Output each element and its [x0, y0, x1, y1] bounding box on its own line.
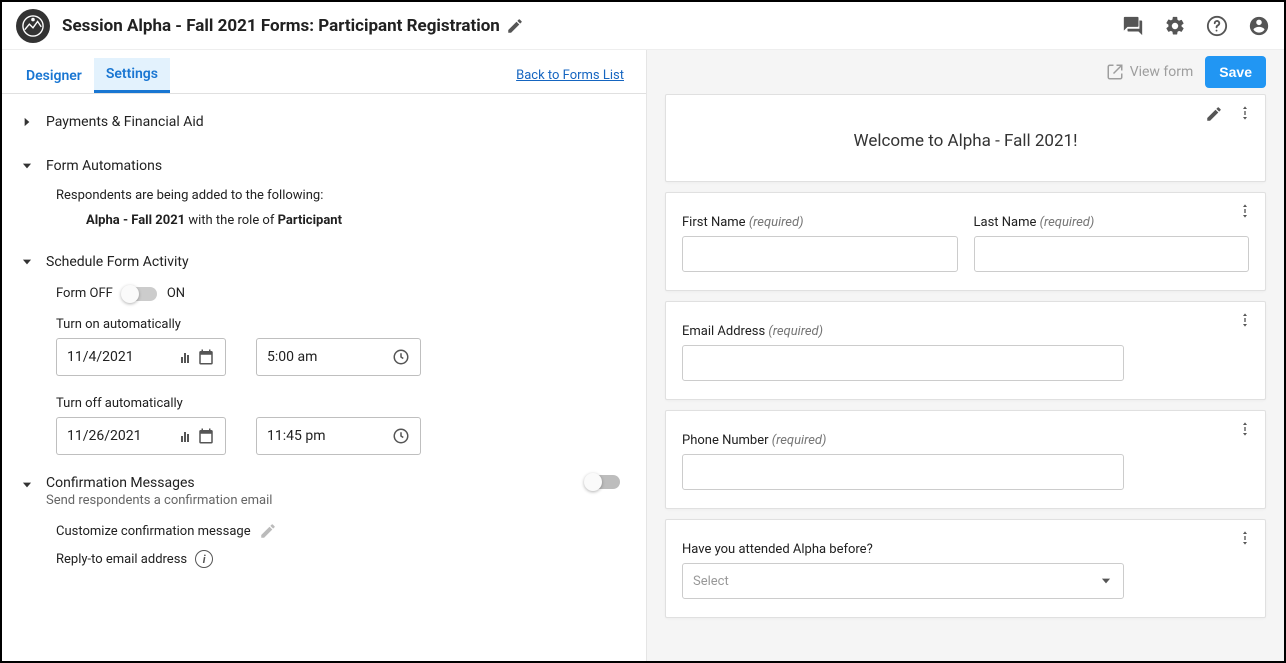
section-automations[interactable]: Form Automations: [20, 150, 628, 182]
customize-message-label: Customize confirmation message: [56, 524, 251, 539]
drag-handle-icon[interactable]: [1237, 530, 1253, 546]
email-input[interactable]: [682, 345, 1124, 381]
turn-on-time-value: 5:00 am: [267, 349, 317, 365]
chevron-down-icon: [20, 475, 34, 492]
back-to-forms-link[interactable]: Back to Forms List: [516, 68, 624, 83]
header-actions: [1122, 15, 1270, 37]
turn-off-date-value: 11/26/2021: [67, 428, 142, 444]
welcome-text: Welcome to Alpha - Fall 2021!: [682, 109, 1249, 163]
required-text: (required): [749, 215, 804, 230]
automation-target-line: Alpha - Fall 2021 with the role of Parti…: [56, 213, 628, 228]
payments-label: Payments & Financial Aid: [46, 114, 204, 130]
clock-icon: [392, 348, 410, 366]
save-button[interactable]: Save: [1205, 56, 1266, 88]
select-placeholder: Select: [693, 574, 729, 589]
form-on-label: ON: [167, 286, 185, 301]
page-title: Session Alpha - Fall 2021 Forms: Partici…: [62, 16, 500, 36]
preview-name-card: First Name (required) Last Name (require…: [665, 192, 1266, 291]
form-active-toggle[interactable]: [123, 287, 157, 301]
automation-role: Participant: [278, 213, 342, 228]
tab-settings[interactable]: Settings: [94, 58, 170, 93]
turn-off-time-input[interactable]: 11:45 pm: [256, 417, 421, 455]
form-off-label: Form OFF: [56, 286, 113, 301]
required-text: (required): [1040, 215, 1095, 230]
edit-card-icon[interactable]: [1205, 105, 1223, 123]
schedule-label: Schedule Form Activity: [46, 254, 189, 270]
bars-icon: [181, 430, 189, 442]
preview-phone-card: Phone Number (required): [665, 410, 1266, 509]
account-icon[interactable]: [1248, 15, 1270, 37]
confirmation-toggle[interactable]: [586, 475, 620, 489]
turn-on-date-input[interactable]: 11/4/2021: [56, 338, 226, 376]
required-text: (required): [768, 324, 823, 339]
app-header: Session Alpha - Fall 2021 Forms: Partici…: [2, 2, 1284, 50]
chevron-down-icon: [1099, 574, 1113, 588]
turn-off-date-input[interactable]: 11/26/2021: [56, 417, 226, 455]
phone-label: Phone Number: [682, 433, 769, 448]
automations-intro: Respondents are being added to the follo…: [56, 188, 628, 203]
open-external-icon: [1106, 63, 1124, 81]
phone-input[interactable]: [682, 454, 1124, 490]
preview-welcome-card: Welcome to Alpha - Fall 2021!: [665, 94, 1266, 182]
chevron-down-icon: [20, 159, 34, 173]
last-name-label: Last Name: [974, 215, 1037, 230]
reply-to-label: Reply-to email address: [56, 552, 187, 567]
help-icon[interactable]: [1206, 15, 1228, 37]
view-form-button[interactable]: View form: [1106, 63, 1194, 81]
attended-question-label: Have you attended Alpha before?: [682, 534, 1249, 557]
required-text: (required): [772, 433, 827, 448]
app-logo: [16, 9, 50, 43]
tab-designer[interactable]: Designer: [14, 60, 94, 92]
drag-handle-icon[interactable]: [1237, 312, 1253, 328]
section-confirmation[interactable]: Confirmation Messages Send respondents a…: [46, 475, 574, 508]
turn-off-time-value: 11:45 pm: [267, 428, 325, 444]
first-name-label: First Name: [682, 215, 746, 230]
bars-icon: [181, 351, 189, 363]
info-icon[interactable]: i: [195, 550, 213, 568]
calendar-icon: [197, 348, 215, 366]
turn-off-label: Turn off automatically: [56, 396, 628, 411]
turn-on-date-value: 11/4/2021: [67, 349, 134, 365]
automation-role-text: with the role of: [185, 213, 277, 228]
automations-label: Form Automations: [46, 158, 162, 174]
preview-attended-card: Have you attended Alpha before? Select: [665, 519, 1266, 618]
attended-select[interactable]: Select: [682, 563, 1124, 599]
drag-handle-icon[interactable]: [1237, 203, 1253, 219]
confirmation-sub: Send respondents a confirmation email: [46, 493, 574, 508]
email-label: Email Address: [682, 324, 765, 339]
first-name-input[interactable]: [682, 236, 958, 272]
drag-handle-icon[interactable]: [1237, 105, 1253, 121]
edit-title-icon[interactable]: [506, 17, 524, 35]
view-form-label: View form: [1130, 64, 1194, 80]
preview-email-card: Email Address (required): [665, 301, 1266, 400]
turn-on-time-input[interactable]: 5:00 am: [256, 338, 421, 376]
automation-target-name: Alpha - Fall 2021: [86, 213, 185, 228]
section-payments[interactable]: Payments & Financial Aid: [20, 106, 628, 138]
turn-on-label: Turn on automatically: [56, 317, 628, 332]
calendar-icon: [197, 427, 215, 445]
chat-icon[interactable]: [1122, 15, 1144, 37]
edit-message-icon[interactable]: [259, 522, 277, 540]
drag-handle-icon[interactable]: [1237, 421, 1253, 437]
section-schedule[interactable]: Schedule Form Activity: [20, 246, 628, 278]
confirmation-label: Confirmation Messages: [46, 475, 574, 491]
clock-icon: [392, 427, 410, 445]
chevron-right-icon: [20, 115, 34, 129]
last-name-input[interactable]: [974, 236, 1250, 272]
gear-icon[interactable]: [1164, 15, 1186, 37]
chevron-down-icon: [20, 255, 34, 269]
